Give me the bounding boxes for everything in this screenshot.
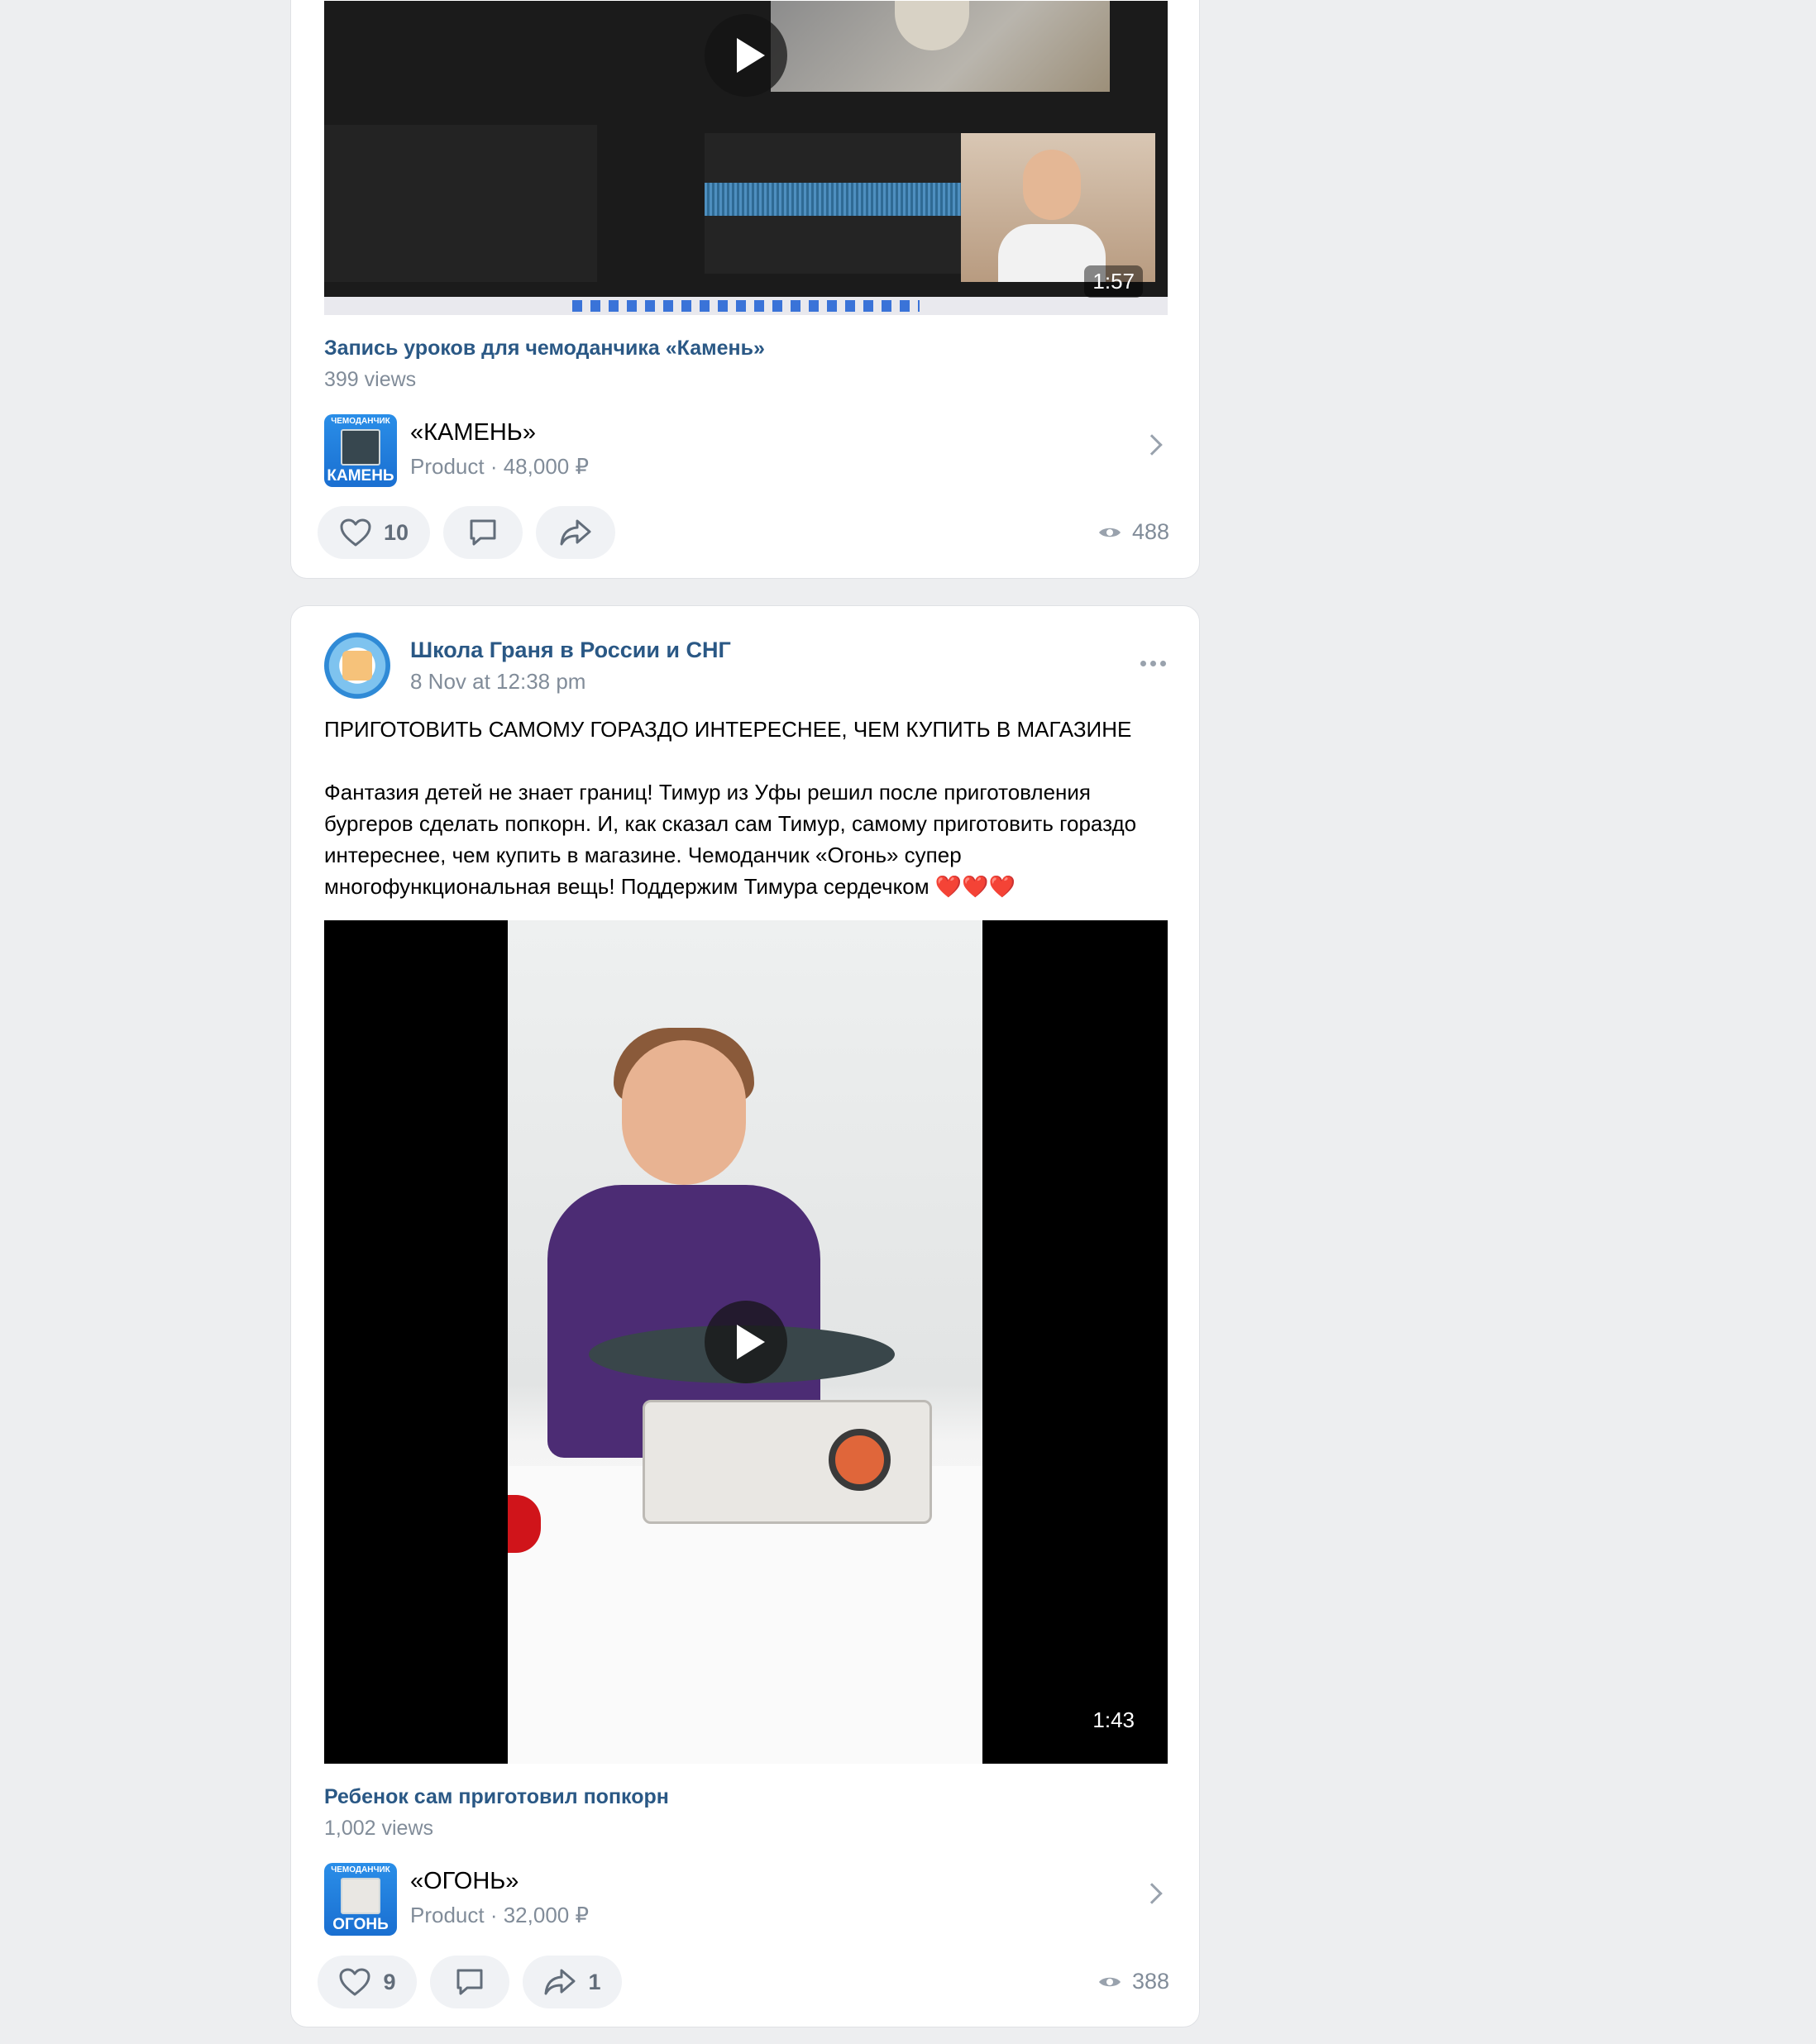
views-count: 388	[1131, 1969, 1169, 1994]
post-actions: 10 488	[318, 506, 1169, 559]
post-body: Фантазия детей не знает границ! Тимур из…	[324, 776, 1168, 902]
share-count: 1	[588, 1969, 601, 1994]
eye-icon	[1098, 1977, 1121, 1986]
heart-icon	[339, 1968, 370, 1996]
more-icon[interactable]	[1140, 661, 1166, 666]
video-title-link[interactable]: Запись уроков для чемоданчика «Камень»	[324, 337, 765, 361]
product-meta: Product · 32,000 ₽	[410, 1903, 589, 1927]
product-name: «ОГОНЬ»	[410, 1868, 519, 1894]
video-player[interactable]: 1:57	[324, 1, 1168, 315]
author-name-link[interactable]: Школа Граня в России и СНГ	[410, 638, 731, 663]
share-icon	[544, 1969, 576, 1995]
video-views: 1,002 views	[324, 1817, 434, 1840]
chevron-right-icon	[1141, 434, 1163, 456]
product-attachment[interactable]: ЧЕМОДАНЧИК ОГОНЬ «ОГОНЬ» Product · 32,00…	[324, 1863, 1168, 1937]
comment-icon	[470, 519, 496, 546]
eye-icon	[1098, 528, 1121, 537]
share-icon	[560, 519, 591, 546]
comment-button[interactable]	[443, 506, 523, 559]
video-duration: 1:57	[1084, 265, 1143, 298]
post-date[interactable]: 8 Nov at 12:38 pm	[410, 669, 585, 695]
play-icon[interactable]	[705, 14, 787, 97]
post-actions: 9 1 388	[318, 1956, 1169, 2008]
product-thumb-label: ОГОНЬ	[332, 1916, 389, 1933]
heart-icon	[340, 518, 371, 547]
like-button[interactable]: 10	[318, 506, 430, 559]
video-views: 399 views	[324, 368, 417, 391]
chevron-right-icon	[1141, 1883, 1163, 1904]
views-count: 488	[1131, 519, 1169, 544]
product-meta: Product · 48,000 ₽	[410, 454, 589, 479]
like-button[interactable]: 9	[318, 1956, 417, 2008]
like-count: 10	[383, 519, 409, 545]
video-title-link[interactable]: Ребенок сам приготовил попкорн	[324, 1785, 669, 1809]
post-views: 488	[1097, 519, 1169, 545]
post-views: 388	[1097, 1969, 1169, 1994]
video-duration: 1:43	[1084, 1704, 1143, 1736]
product-thumb-caption: ЧЕМОДАНЧИК	[331, 417, 390, 426]
post-card: 1:57 Запись уроков для чемоданчика «Каме…	[290, 0, 1200, 579]
product-name: «КАМЕНЬ»	[410, 419, 536, 446]
comment-icon	[456, 1969, 483, 1995]
comment-button[interactable]	[430, 1956, 509, 2008]
post-heading: ПРИГОТОВИТЬ САМОМУ ГОРАЗДО ИНТЕРЕСНЕЕ, Ч…	[324, 717, 1132, 742]
author-avatar[interactable]	[324, 633, 390, 699]
video-player[interactable]: 1:43	[324, 920, 1168, 1764]
product-thumb-caption: ЧЕМОДАНЧИК	[331, 1865, 390, 1874]
like-count: 9	[383, 1969, 396, 1994]
product-thumbnail: ЧЕМОДАНЧИК КАМЕНЬ	[324, 414, 397, 487]
heart-emoji: ❤️❤️❤️	[934, 874, 1016, 899]
share-button[interactable]: 1	[523, 1956, 622, 2008]
play-icon[interactable]	[705, 1301, 787, 1383]
product-thumb-label: КАМЕНЬ	[327, 467, 394, 485]
share-button[interactable]	[536, 506, 615, 559]
product-attachment[interactable]: ЧЕМОДАНЧИК КАМЕНЬ «КАМЕНЬ» Product · 48,…	[324, 414, 1168, 489]
product-thumbnail: ЧЕМОДАНЧИК ОГОНЬ	[324, 1863, 397, 1936]
post-card: Школа Граня в России и СНГ 8 Nov at 12:3…	[290, 605, 1200, 2027]
